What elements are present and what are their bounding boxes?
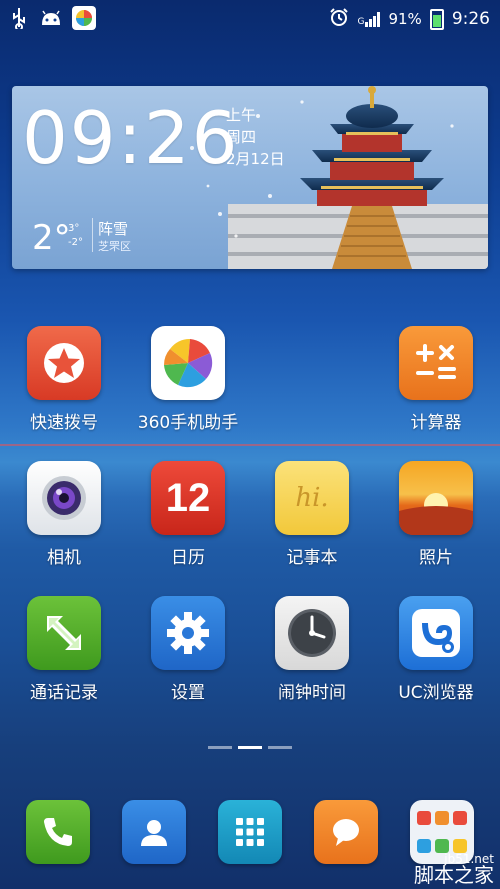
clock-weather-widget[interactable]: 09:26 上午 周四 2月12日 2° 3° -2° 阵雪 芝罘区: [12, 86, 488, 269]
page-indicator: [208, 746, 292, 749]
notepad-text: hi.: [295, 483, 329, 513]
android-icon: [40, 7, 62, 29]
widget-date: 2月12日: [226, 150, 285, 168]
page-dot-active[interactable]: [238, 746, 262, 749]
usb-icon: [8, 7, 30, 29]
page-divider: [0, 444, 500, 446]
page-dot[interactable]: [268, 746, 292, 749]
notepad-icon: hi.: [275, 461, 349, 535]
app-label: 日历: [171, 548, 205, 568]
360-assistant-icon: [151, 326, 225, 400]
call-log-icon: [27, 596, 101, 670]
app-uc-browser[interactable]: UC浏览器: [381, 596, 491, 703]
app-calendar[interactable]: 12 日历: [133, 461, 243, 568]
battery-icon: [429, 8, 444, 30]
messages-icon[interactable]: [314, 800, 378, 864]
uc-browser-icon: [399, 596, 473, 670]
widget-separator: [92, 218, 93, 252]
app-store-notification-icon: [72, 6, 96, 30]
photos-icon: [399, 461, 473, 535]
app-label: 相机: [47, 548, 81, 568]
phone-icon[interactable]: [26, 800, 90, 864]
network-type: G: [357, 17, 365, 27]
clock-icon: [275, 596, 349, 670]
app-speed-dial[interactable]: 快速拨号: [9, 326, 119, 433]
widget-ampm: 上午: [226, 106, 257, 124]
widget-temp-low: -2°: [68, 237, 83, 248]
page-dot[interactable]: [208, 746, 232, 749]
widget-weekday: 周四: [226, 128, 257, 146]
app-label: 通话记录: [30, 683, 98, 703]
alarm-icon: [329, 7, 349, 31]
app-label: 记事本: [286, 548, 338, 568]
widget-temp-range: 3° -2°: [68, 222, 83, 250]
contacts-icon[interactable]: [122, 800, 186, 864]
calculator-icon: [399, 326, 473, 400]
camera-icon: [27, 461, 101, 535]
folder-app-thumb: [417, 811, 431, 825]
app-call-log[interactable]: 通话记录: [9, 596, 119, 703]
signal-icon: G: [357, 11, 381, 27]
app-label: 360手机助手: [137, 413, 239, 433]
widget-temperature: 2°: [32, 218, 71, 258]
app-label: 照片: [419, 548, 453, 568]
speed-dial-icon: [27, 326, 101, 400]
app-label: 闹钟时间: [278, 683, 346, 703]
app-calculator[interactable]: 计算器: [381, 326, 491, 433]
app-settings[interactable]: 设置: [133, 596, 243, 703]
status-bar: G 91% 9:26: [0, 0, 500, 36]
widget-time: 09:26: [22, 96, 240, 180]
app-label: 快速拨号: [30, 413, 98, 433]
app-label: UC浏览器: [398, 683, 474, 703]
app-notepad[interactable]: hi. 记事本: [257, 461, 367, 568]
folder-app-thumb: [435, 811, 449, 825]
widget-temp-high: 3°: [68, 223, 80, 234]
app-label: 计算器: [410, 413, 462, 433]
app-alarm-clock[interactable]: 闹钟时间: [257, 596, 367, 703]
folder-app-thumb: [453, 811, 467, 825]
widget-date-block: 上午 周四 2月12日: [226, 104, 285, 170]
calendar-icon: 12: [151, 461, 225, 535]
battery-percent: 91%: [388, 10, 422, 28]
app-360-assistant[interactable]: 360手机助手: [133, 326, 243, 433]
widget-weather: 阵雪: [98, 220, 129, 238]
home-screen: { "status": { "battery": "91%", "time": …: [0, 0, 500, 889]
app-label: 设置: [171, 683, 205, 703]
widget-area: 芝罘区: [98, 240, 131, 253]
settings-gear-icon: [151, 596, 225, 670]
watermark: jb51.net 脚本之家: [414, 851, 494, 887]
calendar-day: 12: [165, 475, 211, 520]
app-drawer-icon[interactable]: [218, 800, 282, 864]
status-time: 9:26: [451, 9, 490, 29]
app-camera[interactable]: 相机: [9, 461, 119, 568]
app-photos[interactable]: 照片: [381, 461, 491, 568]
watermark-title: 脚本之家: [414, 863, 494, 887]
